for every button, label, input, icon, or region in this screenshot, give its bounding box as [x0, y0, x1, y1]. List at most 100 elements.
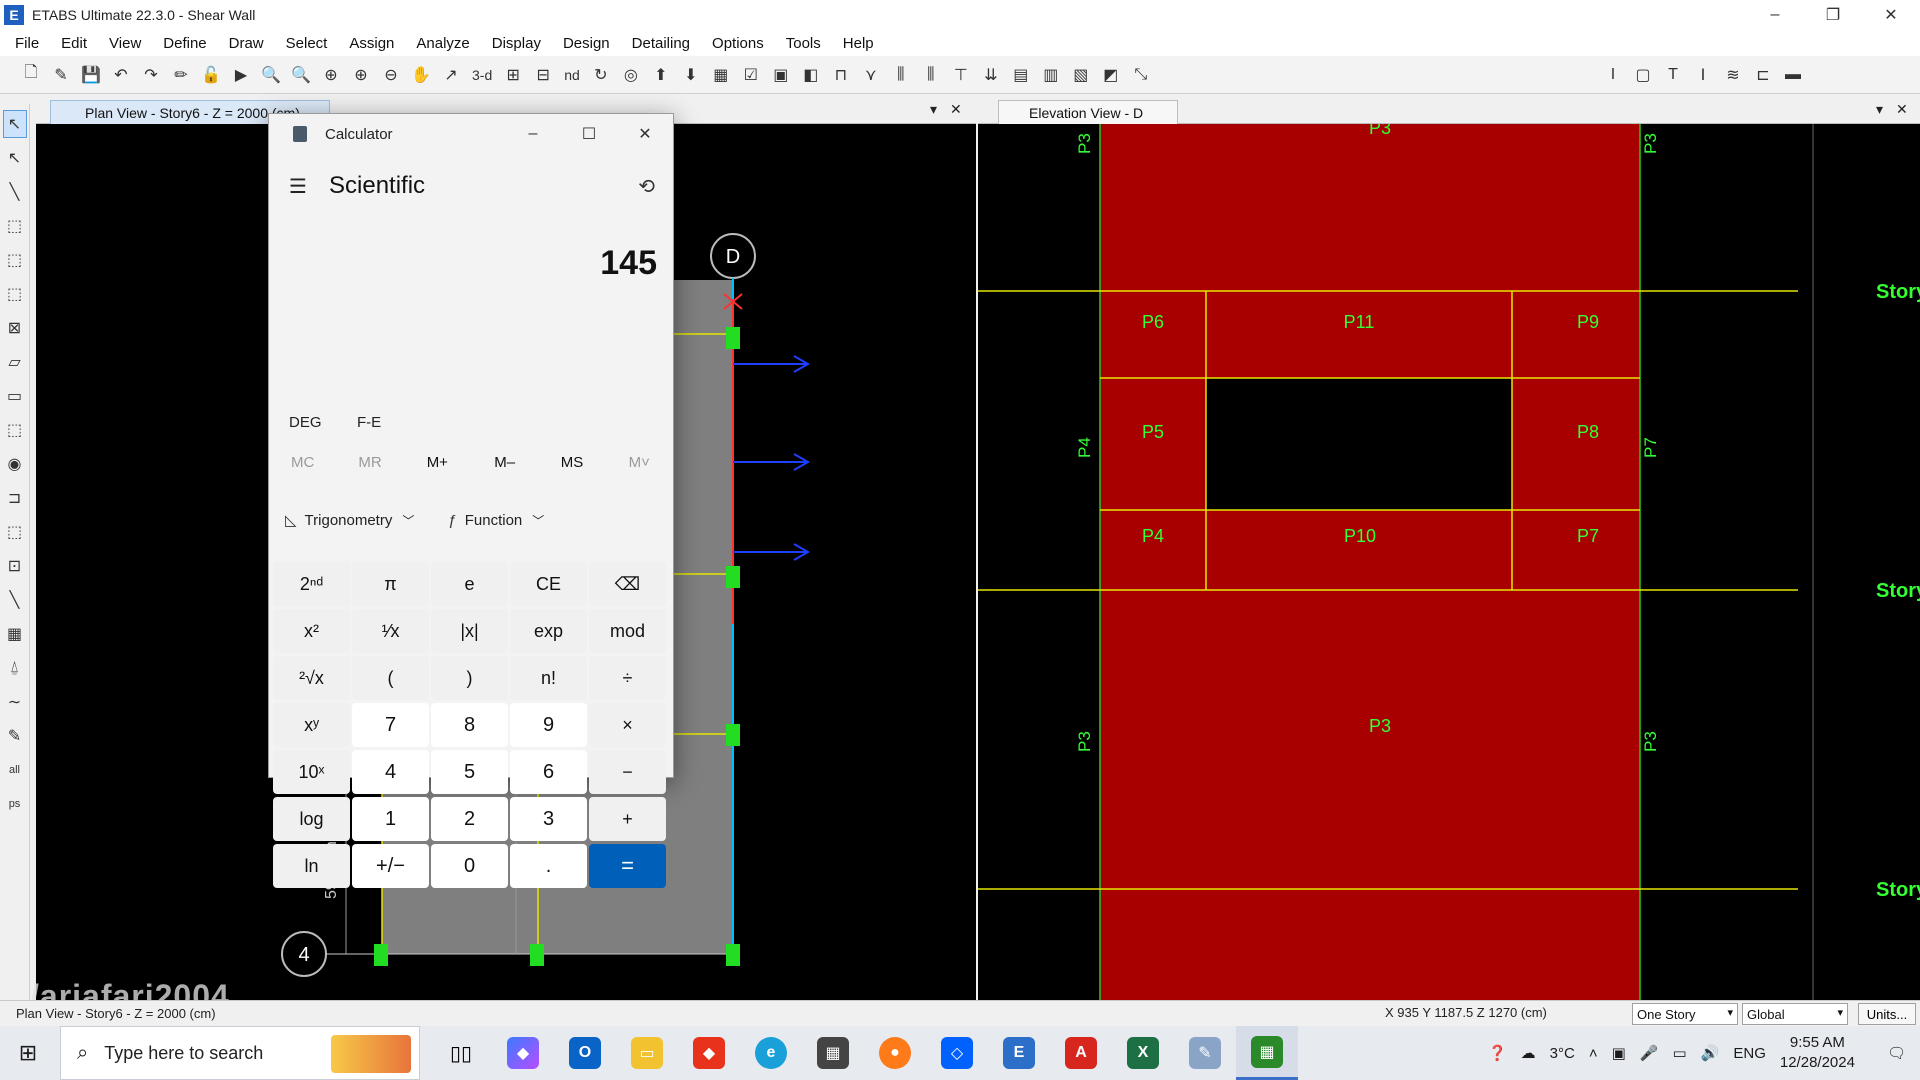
new-file-icon[interactable]: 🗋 [18, 62, 44, 88]
task-view-icon[interactable]: ▯▯ [430, 1026, 492, 1080]
outlook-icon[interactable]: O [554, 1026, 616, 1080]
calculator-window[interactable]: Calculator – ☐ ✕ ☰ Scientific ⟲ 145 DEG … [268, 113, 674, 888]
exp-key[interactable]: exp [510, 609, 587, 653]
draw-opening-icon[interactable]: ⬚ [3, 416, 27, 444]
draw-column-icon[interactable]: ⬚ [3, 246, 27, 274]
power-key[interactable]: xʸ [273, 703, 350, 747]
zoom-window-icon[interactable]: 🔍 [258, 62, 284, 88]
memory-list-button[interactable]: M˅ [606, 454, 673, 471]
notifications-icon[interactable]: 🗨 [1887, 1044, 1906, 1062]
section-channel-icon[interactable]: ⊏ [1750, 62, 1776, 88]
calculator-taskbar-icon[interactable]: ▦ [1236, 1026, 1298, 1080]
camera-icon[interactable]: ▣ [1612, 1044, 1626, 1062]
backspace-key[interactable]: ⌫ [589, 562, 666, 606]
draw-point-icon[interactable]: ◉ [3, 450, 27, 478]
draw-wave-icon[interactable]: ∼ [3, 688, 27, 716]
plan-view-close-icon[interactable]: ✕ [950, 101, 962, 118]
units-button[interactable]: Units... [1858, 1003, 1916, 1025]
column-icon[interactable]: ⫼ [888, 62, 914, 88]
section-wide-icon[interactable]: Ⅰ [1690, 62, 1716, 88]
menu-define[interactable]: Define [152, 35, 217, 52]
square-key[interactable]: x² [273, 609, 350, 653]
pi-key[interactable]: π [352, 562, 429, 606]
absolute-key[interactable]: |x| [431, 609, 508, 653]
open-paren-key[interactable]: ( [352, 656, 429, 700]
menu-help[interactable]: Help [832, 35, 885, 52]
equals-key[interactable]: = [589, 844, 666, 888]
section-tee-icon[interactable]: T [1660, 62, 1686, 88]
joint-support[interactable] [726, 724, 740, 746]
select-pointer-icon[interactable]: ↖ [2, 110, 27, 138]
menu-edit[interactable]: Edit [50, 35, 98, 52]
run-analysis-icon[interactable]: ▶ [228, 62, 254, 88]
digit-3-key[interactable]: 3 [510, 797, 587, 841]
draw-tendon-icon[interactable]: ⍙ [3, 654, 27, 682]
digit-1-key[interactable]: 1 [352, 797, 429, 841]
coordinate-system-dropdown[interactable]: Global ▾ [1742, 1003, 1848, 1025]
help-icon[interactable]: ❓ [1488, 1044, 1507, 1062]
hamburger-menu-icon[interactable]: ☰ [289, 174, 313, 199]
menu-analyze[interactable]: Analyze [405, 35, 480, 52]
close-paren-key[interactable]: ) [431, 656, 508, 700]
zoom-fit-icon[interactable]: 🔍 [288, 62, 314, 88]
memory-recall-button[interactable]: MR [336, 454, 403, 471]
negate-key[interactable]: +/− [352, 844, 429, 888]
menu-assign[interactable]: Assign [338, 35, 405, 52]
joint-support[interactable] [726, 327, 740, 349]
calculator-close-button[interactable]: ✕ [617, 114, 673, 154]
deck-icon[interactable]: ◩ [1098, 62, 1124, 88]
joint-support[interactable] [726, 944, 740, 966]
beam-icon[interactable]: ⊤ [948, 62, 974, 88]
wall-icon[interactable]: ▥ [1038, 62, 1064, 88]
display-options-icon[interactable]: ▦ [708, 62, 734, 88]
select-all-icon[interactable]: all [3, 756, 27, 784]
language-indicator[interactable]: ENG [1733, 1045, 1766, 1062]
undo-icon[interactable]: ↶ [108, 62, 134, 88]
open-file-icon[interactable]: ✎ [48, 62, 74, 88]
digit-9-key[interactable]: 9 [510, 703, 587, 747]
deg-toggle-button[interactable]: DEG [289, 414, 337, 431]
taskbar-search-box[interactable]: ⌕ Type here to search [60, 1026, 420, 1080]
multiply-key[interactable]: × [589, 703, 666, 747]
mod-key[interactable]: mod [589, 609, 666, 653]
square-root-key[interactable]: ²√x [273, 656, 350, 700]
function-dropdown[interactable]: ƒ Function ﹀ [448, 512, 544, 529]
plan-view-collapse-icon[interactable]: ▾ [930, 101, 937, 118]
tray-chevron-icon[interactable]: ˄ [1589, 1045, 1598, 1062]
menu-detailing[interactable]: Detailing [621, 35, 701, 52]
draw-dimension-icon[interactable]: ✎ [3, 722, 27, 750]
draw-cross-brace-icon[interactable]: ⊠ [3, 314, 27, 342]
section-i-icon[interactable]: I [1600, 62, 1626, 88]
columns-icon[interactable]: ⫼ [918, 62, 944, 88]
link-icon[interactable]: ⤡ [1128, 62, 1154, 88]
digit-7-key[interactable]: 7 [352, 703, 429, 747]
digit-5-key[interactable]: 5 [431, 750, 508, 794]
joint-support[interactable] [726, 566, 740, 588]
volume-icon[interactable]: 🔊 [1701, 1044, 1720, 1062]
load-icon[interactable]: ⇊ [978, 62, 1004, 88]
factorial-key[interactable]: n! [510, 656, 587, 700]
dropbox-icon[interactable]: ◇ [926, 1026, 988, 1080]
checkbox-icon[interactable]: ☑ [738, 62, 764, 88]
zoom-out-icon[interactable]: ⊖ [378, 62, 404, 88]
brace-icon[interactable]: ⋎ [858, 62, 884, 88]
elevation-view-tab[interactable]: Elevation View - D [998, 100, 1178, 124]
copilot-icon[interactable]: ◆ [492, 1026, 554, 1080]
digit-8-key[interactable]: 8 [431, 703, 508, 747]
weather-icon[interactable]: ☁ [1521, 1044, 1536, 1062]
move-up-icon[interactable]: ⬆ [648, 62, 674, 88]
digit-4-key[interactable]: 4 [352, 750, 429, 794]
menu-display[interactable]: Display [481, 35, 552, 52]
story-selection-dropdown[interactable]: One Story ▾ [1632, 1003, 1738, 1025]
joint-support[interactable] [374, 944, 388, 966]
menu-select[interactable]: Select [275, 35, 339, 52]
add-key[interactable]: + [589, 797, 666, 841]
menu-draw[interactable]: Draw [218, 35, 275, 52]
digit-2-key[interactable]: 2 [431, 797, 508, 841]
elevation-view-icon[interactable]: ⊟ [530, 62, 556, 88]
edge-icon[interactable]: e [740, 1026, 802, 1080]
file-explorer-icon[interactable]: ▭ [616, 1026, 678, 1080]
view-3d-button[interactable]: 3-d [468, 62, 496, 88]
menu-tools[interactable]: Tools [775, 35, 832, 52]
calculator-maximize-button[interactable]: ☐ [561, 114, 617, 154]
